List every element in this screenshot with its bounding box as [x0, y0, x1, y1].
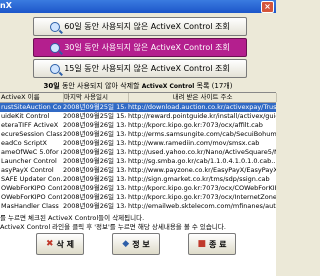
last-used-date: 2008년09월26일 13시30분	[63, 193, 126, 201]
last-used-date: 2008년09월25일 15시10분	[63, 112, 126, 120]
download-url: http://erms.samsungite.com/cab/SecuiBohu…	[128, 130, 276, 138]
magnifier-icon	[50, 21, 61, 32]
activex-name: ecureSession Class	[1, 130, 62, 138]
info-label: 정 보	[132, 239, 150, 249]
heading-days: 30일	[43, 82, 60, 90]
delete-button[interactable]: ✖ 삭 제	[36, 233, 84, 255]
download-url: http://sign.gmarket.co.kr/tms/sdp/ssign.…	[128, 175, 270, 183]
last-used-date: 2008년09월26일 13시30분	[63, 121, 126, 129]
magnifier-icon	[50, 42, 61, 53]
last-used-date: 2008년09월26일 13시30분	[63, 175, 126, 183]
activex-name: SAFE Updater Con...	[1, 175, 62, 183]
table-row[interactable]: asyPayX Control 2008년09월26일 13시30분http://…	[0, 166, 276, 175]
activex-name: uideKit Control	[1, 112, 50, 120]
exit-label: 종 료	[209, 239, 227, 249]
query-15-days-label: 15일 동안 사용되지 않은 ActiveX Control 조회	[64, 64, 230, 73]
download-url: http://emailweb.sktelecom.com/mfinanes/a…	[128, 202, 276, 210]
activex-name: OWebForKIPO Cont...	[1, 193, 62, 201]
download-url: http://reward.pointguide.kr/install/acti…	[128, 112, 276, 120]
title-bar: nX ×	[0, 0, 276, 13]
heading-suffix: 목록 (17개)	[194, 82, 233, 90]
query-30-days-label: 30일 동안 사용되지 않은 ActiveX Control 조회	[64, 43, 230, 52]
download-url: http://www.ramediin.com/mov/smsx.cab	[128, 139, 260, 147]
info-icon: ◆	[122, 239, 130, 249]
table-row[interactable]: eadCo ScriptX 2008년09월26일 13시30분http://ww…	[0, 139, 276, 148]
exit-icon: ■	[197, 239, 206, 249]
last-used-date: 2008년09월26일 13시30분	[63, 130, 126, 138]
delete-icon: ✖	[45, 239, 54, 249]
delete-label: 삭 제	[56, 239, 75, 249]
activex-name: eadCo ScriptX	[1, 139, 47, 147]
last-used-date: 2008년09월26일 13시30분	[63, 202, 126, 210]
activex-name: asyPayX Control	[1, 166, 54, 174]
magnifier-icon	[50, 63, 61, 74]
table-row[interactable]: SAFE Updater Con...2008년09월26일 13시30분htt…	[0, 175, 276, 184]
table-row[interactable]: Launcher Control 2008년09월26일 13시30분http:/…	[0, 157, 276, 166]
last-used-date: 2008년09월26일 13시30분	[63, 157, 126, 165]
activex-name: MasHandler Class	[1, 202, 59, 210]
activex-name: ameOfWeC 5.0for m...	[1, 148, 62, 156]
last-used-date: 2008년09월26일 13시30분	[63, 166, 126, 174]
download-url: http://kporc.kipo.go.kr:7073/ocx/COWebFo…	[128, 184, 276, 192]
activex-name: Launcher Control	[1, 157, 57, 165]
column-header-name[interactable]: ActiveX 이름	[0, 93, 64, 102]
table-row[interactable]: OWebForKIPO Cont...2008년09월26일 13시30분htt…	[0, 184, 276, 193]
table-row[interactable]: uideKit Control 2008년09월25일 15시10분http://…	[0, 112, 276, 121]
activex-name: eteraTIFF ActiveX	[1, 121, 59, 129]
query-15-days-button[interactable]: 15일 동안 사용되지 않은 ActiveX Control 조회	[33, 59, 247, 78]
table-header: ActiveX 이름 마지막 사용일시 내려 받은 사이트 주소	[0, 93, 277, 103]
info-button[interactable]: ◆ 정 보	[112, 233, 160, 255]
last-used-date: 2008년09월26일 13시30분	[63, 184, 126, 192]
download-url: http://kporc.kipo.go.kr:7073/ocx/affilt.…	[128, 121, 263, 129]
heading-text: 동안 사용되지 않아 삭제할	[59, 82, 142, 90]
download-url: http://www.payzone.co.kr/EasyPayX/EasyPa…	[128, 166, 276, 174]
info-line-2: ActiveX Control 라인을 클릭 후 '정보'를 누르면 해당 상세…	[0, 223, 226, 231]
last-used-date: 2008년09월26일 13시30분	[63, 148, 126, 156]
download-url: http://sg.smba.go.kr/cab/1.1.0.4.1.0.1.0…	[128, 157, 276, 165]
heading-bold: ActiveX Control	[141, 83, 195, 90]
table-row[interactable]: OWebForKIPO Cont...2008년09월26일 13시30분htt…	[0, 193, 276, 202]
column-header-last-used[interactable]: 마지막 사용일시	[63, 93, 129, 102]
activex-name: rustSiteAuction Con...	[1, 103, 62, 111]
download-url: http://used.yahoo.co.kr/Nano/ActiveSquar…	[128, 148, 276, 156]
window-title: nX	[0, 1, 12, 10]
table-row[interactable]: ecureSession Class2008년09월26일 13시30분http…	[0, 130, 276, 139]
list-heading: 30일 동안 사용되지 않아 삭제할 ActiveX Control 목록 (1…	[0, 81, 276, 91]
query-30-days-button[interactable]: 30일 동안 사용되지 않은 ActiveX Control 조회	[33, 38, 247, 57]
table-row[interactable]: MasHandler Class 2008년09월26일 13시30분http:/…	[0, 202, 276, 211]
activex-name: OWebForKIPO Cont...	[1, 184, 62, 192]
table-row[interactable]: ameOfWeC 5.0for m...2008년09월26일 13시30분ht…	[0, 148, 276, 157]
table-row[interactable]: rustSiteAuction Con...2008년09월25일 15시10분…	[0, 103, 276, 112]
download-url: http://kporc.kipo.go.kr:7073/ocx/Interne…	[128, 193, 276, 201]
table-row[interactable]: eteraTIFF ActiveX 2008년09월26일 13시30분http:…	[0, 121, 276, 130]
exit-button[interactable]: ■ 종 료	[188, 233, 236, 255]
close-window-button[interactable]: ×	[261, 1, 274, 13]
query-60-days-label: 60일 동안 사용되지 않은 ActiveX Control 조회	[64, 22, 230, 31]
column-header-url[interactable]: 내려 받은 사이트 주소	[128, 93, 277, 102]
download-url: http://download.auction.co.kr/activexpay…	[128, 103, 276, 111]
query-60-days-button[interactable]: 60일 동안 사용되지 않은 ActiveX Control 조회	[33, 17, 247, 36]
last-used-date: 2008년09월26일 13시30분	[63, 139, 126, 147]
last-used-date: 2008년09월25일 15시10분	[63, 103, 126, 111]
